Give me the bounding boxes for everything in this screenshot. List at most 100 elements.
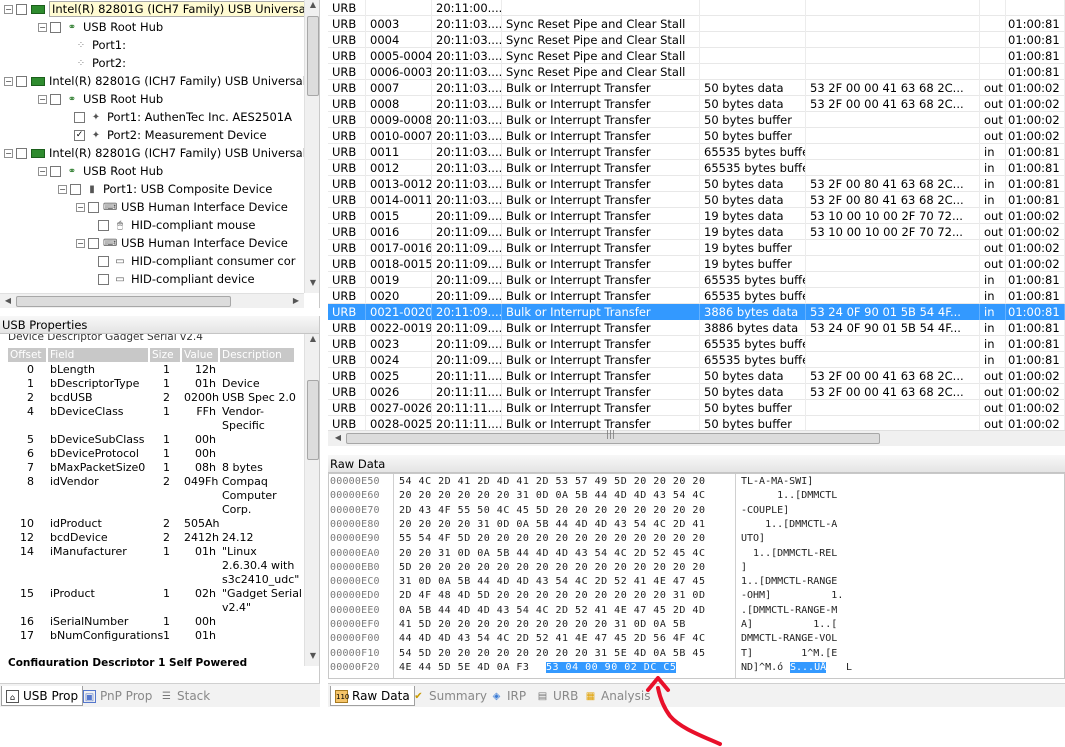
hex-bytes[interactable]: 4E 44 5D 5E 4D 0A F3 — [399, 662, 529, 673]
props-scroll-thumb[interactable] — [307, 380, 319, 460]
tab-raw-data[interactable]: 110 Raw Data — [330, 686, 415, 706]
selected-hex-bytes[interactable]: 53 04 00 90 02 DC C5 — [546, 661, 677, 673]
tree-node-checkbox[interactable] — [50, 94, 61, 105]
collapse-icon[interactable]: − — [76, 239, 85, 248]
urb-row[interactable]: URB 0015 20:11:09.... Bulk or Interrupt Tra… — [328, 208, 1065, 224]
tree-node[interactable]: 🖱 HID-compliant mouse — [98, 216, 255, 234]
tree-node[interactable]: ▭ HID-compliant consumer cor — [98, 252, 295, 270]
descriptor-row[interactable]: 14 iManufacturer 1 01h "Linux 2.6.30.4 with … — [8, 545, 299, 587]
urb-row[interactable]: URB 0022-0019 20:11:09.... Bulk or Interrup… — [328, 320, 1065, 336]
tree-node[interactable]: − ⚭ USB Root Hub — [38, 162, 163, 180]
urb-row[interactable]: URB 0018-0015 20:11:09.... Bulk or Interrup… — [328, 256, 1065, 272]
descriptor-row[interactable]: 7 bMaxPacketSize0 1 08h 8 bytes — [8, 461, 298, 475]
hex-bytes[interactable]: 55 54 4F 5D 20 20 20 20 20 20 20 20 20 2… — [399, 533, 705, 544]
ascii-text[interactable]: T] 1^M.[E — [741, 648, 837, 659]
tree-node-checkbox[interactable] — [50, 166, 61, 177]
props-vertical-scrollbar[interactable]: ▲ ▼ — [304, 334, 319, 666]
tab-summary[interactable]: ✔ Summary — [408, 686, 491, 706]
urb-row[interactable]: URB 0024 20:11:09.... Bulk or Interrupt Tra… — [328, 352, 1065, 368]
ascii-text[interactable]: 1..[DMMCTL — [741, 490, 837, 501]
ascii-text[interactable]: DMMCTL-RANGE-VOL — [741, 633, 837, 644]
tree-node[interactable]: − ⌨ USB Human Interface Device — [76, 234, 288, 252]
urb-row[interactable]: URB 0025 20:11:11.... Bulk or Interrupt Tra… — [328, 368, 1065, 384]
urb-row[interactable]: URB 0008 20:11:03.... Bulk or Interrupt Tra… — [328, 96, 1065, 112]
descriptor-row[interactable]: 15 iProduct 1 02h "Gadget Serial v2.4" — [8, 587, 302, 615]
tree-node-checkbox[interactable] — [98, 256, 109, 267]
tree-scroll-thumb[interactable] — [307, 16, 319, 96]
urb-row[interactable]: URB 0009-0008 20:11:03.... Bulk or Interrup… — [328, 112, 1065, 128]
descriptor-row[interactable]: 17 bNumConfigurations 1 01h — [8, 629, 298, 643]
urb-row[interactable]: URB 0017-0016 20:11:09.... Bulk or Interrup… — [328, 240, 1065, 256]
tree-hscroll-thumb[interactable] — [16, 296, 231, 307]
urb-row[interactable]: URB 0003 20:11:03.... Sync Reset Pipe and C… — [328, 16, 1065, 32]
urb-row[interactable]: URB 0010-0007 20:11:03.... Bulk or Interrup… — [328, 128, 1065, 144]
ascii-text[interactable]: -OHM] 1. — [741, 590, 843, 601]
descriptor-row[interactable]: 6 bDeviceProtocol 1 00h — [8, 447, 298, 461]
collapse-icon[interactable]: − — [38, 95, 47, 104]
tab-stack[interactable]: ☰ Stack — [156, 686, 214, 706]
tree-node-checkbox[interactable] — [74, 112, 85, 123]
tree-node-checkbox[interactable] — [98, 220, 109, 231]
urb-row[interactable]: URB 0014-0011 20:11:03.... Bulk or Interrup… — [328, 192, 1065, 208]
urb-row[interactable]: URB 0019 20:11:09.... Bulk or Interrupt Tra… — [328, 272, 1065, 288]
tree-node[interactable]: − Intel(R) 82801G (ICH7 Family) USB Unive… — [4, 144, 306, 162]
tree-node-checkbox[interactable]: ✓ — [74, 130, 85, 141]
hex-bytes[interactable]: 0A 5B 44 4D 4D 43 54 4C 2D 52 41 4E 47 4… — [399, 605, 705, 616]
hex-bytes[interactable]: 5D 20 20 20 20 20 20 20 20 20 20 20 20 2… — [399, 562, 705, 573]
tree-node[interactable]: ✦ Port1: AuthenTec Inc. AES2501A — [74, 108, 292, 126]
urb-row[interactable]: URB 0005-0004 20:11:03.... Sync Reset Pipe … — [328, 48, 1065, 64]
tree-node[interactable]: − ▮ Port1: USB Composite Device — [58, 180, 272, 198]
urb-row[interactable]: URB 0026 20:11:11.... Bulk or Interrupt Tra… — [328, 384, 1065, 400]
tree-vertical-scrollbar[interactable]: ▲ ▼ — [304, 0, 319, 293]
selected-ascii-text[interactable]: S...ÜÅ — [790, 661, 827, 673]
tree-node-checkbox[interactable] — [88, 202, 99, 213]
ascii-text[interactable]: 1..[DMMCTL-A — [741, 519, 837, 530]
tab-urb[interactable]: ▤ URB — [532, 686, 582, 706]
urb-row[interactable]: URB 0007 20:11:03.... Bulk or Interrupt Tra… — [328, 80, 1065, 96]
tree-node-checkbox[interactable] — [50, 22, 61, 33]
hex-bytes[interactable]: 20 20 20 20 31 0D 0A 5B 44 4D 4D 43 54 4… — [399, 519, 705, 530]
tree-node-checkbox[interactable] — [16, 4, 27, 15]
collapse-icon[interactable]: − — [38, 167, 47, 176]
tree-node[interactable]: ⁘ Port2: — [74, 54, 126, 72]
tree-node-checkbox[interactable] — [88, 238, 99, 249]
hex-bytes[interactable]: 20 20 20 20 20 20 31 0D 0A 5B 44 4D 4D 4… — [399, 490, 705, 501]
tab-irp[interactable]: ◈ IRP — [486, 686, 530, 706]
urb-row[interactable]: URB 0028-0025 20:11:11.... Bulk or Interrup… — [328, 416, 1065, 430]
urb-list[interactable]: URB 20:11:00.... URB 0003 20:11:03.... Sync R… — [328, 0, 1065, 430]
ascii-text[interactable]: .[DMMCTL-RANGE-M — [741, 605, 837, 616]
urb-row[interactable]: URB 0013-0012 20:11:03.... Bulk or Interrup… — [328, 176, 1065, 192]
ascii-text[interactable]: ND]^M.ó — [741, 662, 783, 673]
collapse-icon[interactable]: − — [38, 23, 47, 32]
tab-pnp-prop[interactable]: ▣ PnP Prop — [79, 686, 156, 706]
tree-node-checkbox[interactable] — [70, 184, 81, 195]
urb-row[interactable]: URB 0006-0003 20:11:03.... Sync Reset Pipe … — [328, 64, 1065, 80]
hex-bytes[interactable]: 20 20 31 0D 0A 5B 44 4D 4D 43 54 4C 2D 5… — [399, 548, 705, 559]
descriptor-row[interactable]: 5 bDeviceSubClass 1 00h — [8, 433, 298, 447]
tree-node[interactable]: − Intel(R) 82801G (ICH7 Family) USB Unive… — [4, 72, 306, 90]
descriptor-row[interactable]: 10 idProduct 2 505Ah — [8, 517, 298, 531]
tree-node[interactable]: ▭ HID-compliant device — [98, 270, 255, 288]
collapse-icon[interactable]: − — [4, 5, 13, 14]
hex-bytes[interactable]: 41 5D 20 20 20 20 20 20 20 20 20 31 0D 0… — [399, 619, 686, 630]
tree-node[interactable]: − ⚭ USB Root Hub — [38, 18, 163, 36]
device-tree[interactable]: − Intel(R) 82801G (ICH7 Family) USB Unive… — [0, 0, 320, 308]
urb-row[interactable]: URB 0011 20:11:03.... Bulk or Interrupt Tra… — [328, 144, 1065, 160]
ascii-text[interactable]: TL-A-MA-SWI] — [741, 476, 813, 487]
urb-row-selected[interactable]: URB 0021-0020 20:11:09.... Bulk or Interrup… — [328, 304, 1065, 320]
hex-bytes[interactable]: 54 4C 2D 41 2D 4D 41 2D 53 57 49 5D 20 2… — [399, 476, 705, 487]
hex-bytes[interactable]: 2D 43 4F 55 50 4C 45 5D 20 20 20 20 20 2… — [399, 505, 705, 516]
raw-data-hex-view[interactable]: 00000E50 54 4C 2D 41 2D 4D 41 2D 53 57 49… — [328, 473, 1065, 679]
collapse-icon[interactable]: − — [76, 203, 85, 212]
tree-node[interactable]: − ⌨ USB Human Interface Device — [76, 198, 288, 216]
tab-usb-prop[interactable]: ⌂ USB Prop — [1, 686, 84, 706]
collapse-icon[interactable]: − — [58, 185, 67, 194]
collapse-icon[interactable]: − — [4, 77, 13, 86]
ascii-text[interactable]: -COUPLE] — [741, 505, 789, 516]
urb-row[interactable]: URB 0020 20:11:09.... Bulk or Interrupt Tra… — [328, 288, 1065, 304]
urb-row[interactable]: URB 0027-0026 20:11:11.... Bulk or Interrup… — [328, 400, 1065, 416]
urb-row[interactable]: URB 0004 20:11:03.... Sync Reset Pipe and C… — [328, 32, 1065, 48]
descriptor-row[interactable]: 0 bLength 1 12h — [8, 363, 298, 377]
descriptor-row[interactable]: 12 bcdDevice 2 2412h 24.12 — [8, 531, 298, 545]
urb-row[interactable]: URB 0023 20:11:09.... Bulk or Interrupt Tra… — [328, 336, 1065, 352]
